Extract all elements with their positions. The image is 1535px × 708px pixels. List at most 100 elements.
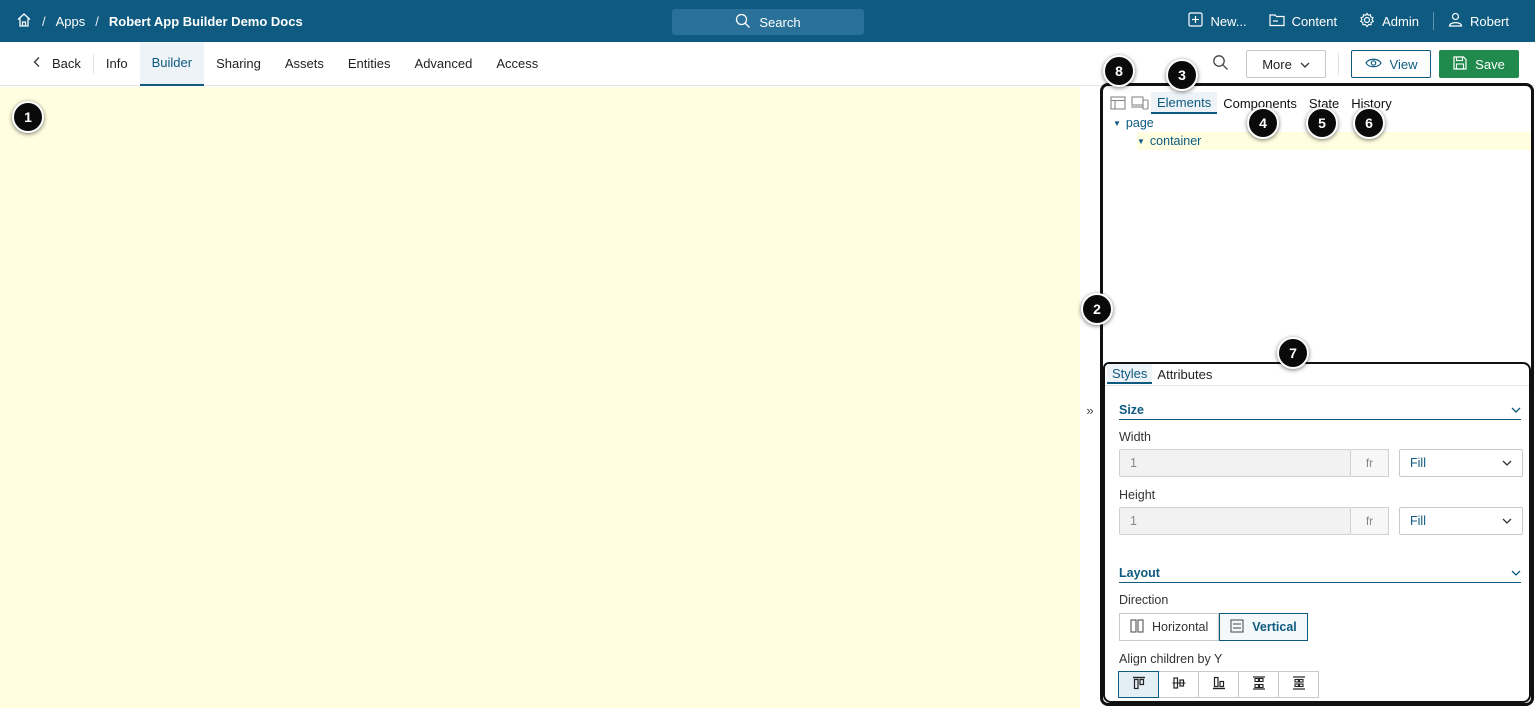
option-label: Vertical	[1252, 620, 1297, 634]
callout-marker: 1	[12, 101, 44, 133]
chevron-down-icon	[1502, 456, 1512, 470]
gear-icon	[1359, 12, 1375, 31]
save-button[interactable]: Save	[1439, 50, 1519, 78]
home-icon[interactable]	[16, 12, 32, 31]
content-label: Content	[1291, 13, 1338, 29]
content-button[interactable]: Content	[1268, 12, 1338, 30]
user-icon	[1448, 12, 1463, 30]
tab-entities[interactable]: Entities	[336, 42, 403, 86]
rows-icon	[1230, 618, 1244, 636]
breadcrumb-apps[interactable]: Apps	[56, 14, 86, 29]
plus-square-icon	[1188, 12, 1204, 30]
callout-marker: 3	[1166, 59, 1198, 91]
callout-marker: 5	[1306, 107, 1338, 139]
folder-icon	[1268, 12, 1285, 30]
chevron-down-icon	[1502, 514, 1512, 528]
space-between-button[interactable]	[1238, 671, 1279, 698]
layout-panel-icon[interactable]	[1107, 92, 1129, 114]
section-title: Size	[1119, 402, 1145, 417]
responsive-devices-icon[interactable]	[1129, 92, 1151, 114]
tree-node-label: page	[1125, 116, 1154, 130]
tab-advanced[interactable]: Advanced	[403, 42, 485, 86]
columns-icon	[1130, 618, 1144, 636]
tab-builder[interactable]: Builder	[139, 41, 205, 86]
divider	[1338, 53, 1339, 75]
align-top-icon	[1132, 676, 1146, 693]
back-button[interactable]: Back	[0, 53, 94, 74]
layout-section-header[interactable]: Layout	[1119, 563, 1521, 583]
search-label: Search	[759, 14, 801, 30]
admin-button[interactable]: Admin	[1359, 12, 1419, 31]
divider	[1105, 385, 1529, 386]
direction-toggle: Horizontal Vertical	[1119, 613, 1308, 641]
tab-elements[interactable]: Elements	[1151, 92, 1218, 114]
align-bottom-button[interactable]	[1198, 671, 1239, 698]
tab-styles[interactable]: Styles	[1107, 364, 1153, 384]
view-button[interactable]: View	[1351, 50, 1431, 78]
builder-canvas[interactable]	[0, 87, 1080, 708]
align-center-icon	[1172, 676, 1186, 693]
width-mode-select[interactable]: Fill	[1399, 449, 1523, 477]
caret-down-icon[interactable]: ▼	[1137, 137, 1145, 146]
tree-node-container[interactable]: ▼ container	[1137, 132, 1531, 150]
tab-info[interactable]: Info	[94, 42, 140, 86]
chevron-down-icon	[1511, 566, 1521, 580]
height-label: Height	[1119, 488, 1156, 502]
height-input[interactable]: 1	[1119, 507, 1351, 535]
size-section-header[interactable]: Size	[1119, 400, 1521, 420]
direction-vertical[interactable]: Vertical	[1219, 613, 1308, 641]
breadcrumb: / Apps / Robert App Builder Demo Docs	[0, 12, 303, 31]
height-unit[interactable]: fr	[1351, 507, 1389, 535]
divider	[1432, 12, 1434, 30]
global-search[interactable]: Search	[672, 9, 864, 35]
space-around-button[interactable]	[1278, 671, 1319, 698]
new-label: New...	[1210, 13, 1247, 29]
save-icon	[1453, 55, 1467, 73]
align-top-button[interactable]	[1118, 671, 1159, 698]
top-bar: / Apps / Robert App Builder Demo Docs Se…	[0, 0, 1535, 42]
tab-access[interactable]: Access	[484, 42, 550, 86]
eye-icon	[1364, 57, 1382, 72]
align-center-button[interactable]	[1158, 671, 1199, 698]
width-label: Width	[1119, 430, 1151, 444]
callout-marker: 4	[1247, 107, 1279, 139]
breadcrumb-app-name[interactable]: Robert App Builder Demo Docs	[109, 14, 303, 29]
user-name: Robert	[1469, 13, 1509, 29]
space-between-icon	[1252, 676, 1266, 693]
save-label: Save	[1475, 56, 1505, 72]
tab-attributes[interactable]: Attributes	[1152, 364, 1217, 384]
callout-marker: 6	[1353, 107, 1385, 139]
align-y-toggle	[1118, 671, 1319, 698]
breadcrumb-separator: /	[42, 13, 46, 29]
space-around-icon	[1292, 676, 1306, 693]
more-label: More	[1262, 56, 1292, 72]
chevron-down-icon	[1511, 403, 1521, 417]
more-button[interactable]: More	[1246, 50, 1326, 78]
tab-assets[interactable]: Assets	[273, 42, 336, 86]
select-value: Fill	[1410, 456, 1426, 470]
direction-horizontal[interactable]: Horizontal	[1119, 613, 1220, 641]
admin-label: Admin	[1382, 13, 1419, 29]
tab-sharing[interactable]: Sharing	[204, 42, 273, 86]
chevron-left-icon	[32, 56, 42, 71]
app-tabs: Info Builder Sharing Assets Entities Adv…	[94, 41, 550, 86]
properties-tabs: Styles Attributes	[1107, 364, 1217, 384]
option-label: Horizontal	[1152, 620, 1209, 634]
direction-label: Direction	[1119, 593, 1169, 607]
callout-marker: 2	[1081, 293, 1113, 325]
select-value: Fill	[1410, 514, 1426, 528]
new-button[interactable]: New...	[1188, 12, 1247, 30]
width-unit[interactable]: fr	[1351, 449, 1389, 477]
view-label: View	[1389, 56, 1418, 72]
back-label: Back	[52, 56, 81, 71]
section-title: Layout	[1119, 565, 1160, 580]
search-icon	[735, 13, 751, 32]
user-menu[interactable]: Robert	[1448, 12, 1509, 30]
caret-down-icon[interactable]: ▼	[1113, 119, 1121, 128]
builder-panel: Elements Components State History ▼ page…	[1100, 83, 1534, 706]
width-input[interactable]: 1	[1119, 449, 1351, 477]
align-children-label: Align children by Y	[1119, 652, 1223, 666]
height-mode-select[interactable]: Fill	[1399, 507, 1523, 535]
collapse-panel-button[interactable]: »	[1080, 396, 1100, 424]
search-icon[interactable]	[1212, 54, 1229, 74]
